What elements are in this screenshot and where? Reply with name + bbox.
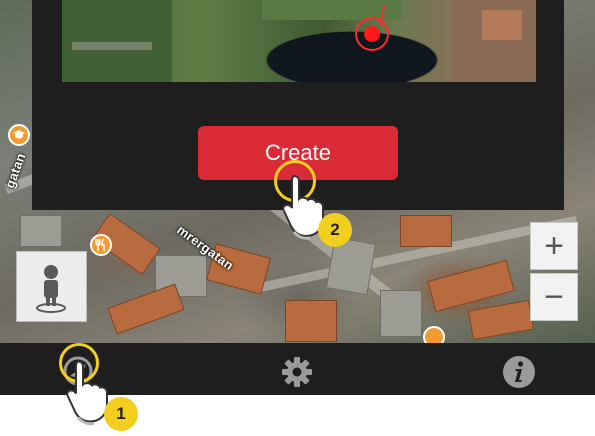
area-preview-map	[62, 0, 536, 82]
info-icon	[503, 355, 535, 388]
gear-icon	[282, 356, 312, 387]
step-1-badge: 1	[104, 397, 138, 431]
graduation-cap-icon[interactable]	[8, 124, 30, 146]
step-2-badge: 2	[318, 213, 352, 247]
zoom-out-button[interactable]: −	[530, 273, 578, 321]
zoom-in-button[interactable]: +	[530, 222, 578, 270]
settings-button[interactable]	[267, 343, 327, 395]
streetview-pegman-button[interactable]	[16, 251, 87, 322]
map-building	[107, 283, 185, 335]
info-button[interactable]	[489, 343, 549, 395]
map-building	[285, 300, 337, 342]
location-marker-icon[interactable]	[364, 26, 380, 42]
map-building	[380, 290, 422, 337]
map-building	[467, 299, 535, 341]
pegman-icon	[36, 265, 66, 313]
map-poi-icon[interactable]	[423, 326, 445, 343]
map-building	[400, 215, 452, 247]
fork-knife-icon[interactable]	[90, 234, 112, 256]
map-building	[20, 215, 62, 247]
